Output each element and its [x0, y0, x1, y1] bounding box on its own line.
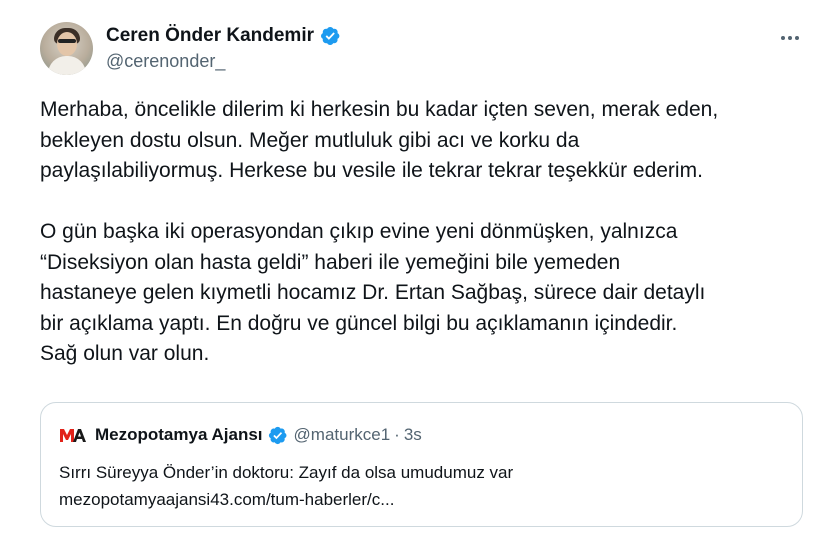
avatar-glasses: [58, 39, 76, 43]
verified-badge-icon: [268, 426, 287, 444]
quoted-author-name[interactable]: Mezopotamya Ajansı: [95, 425, 263, 445]
author-avatar[interactable]: [40, 22, 93, 75]
tweet-card: Ceren Önder Kandemir @cerenonder_ Merhab…: [0, 0, 840, 544]
more-dot: [795, 36, 799, 40]
verified-badge-icon: [321, 27, 340, 45]
more-horizontal-icon[interactable]: [778, 26, 802, 50]
tweet-line: Sağ olun var olun.: [40, 342, 210, 365]
author-handle[interactable]: @cerenonder_: [106, 51, 341, 72]
more-dot: [781, 36, 785, 40]
tweet-line: Merhaba, öncelikle dilerim ki herkesin b…: [40, 98, 719, 121]
tweet-text: Merhaba, öncelikle dilerim ki herkesin b…: [40, 95, 820, 370]
quoted-tweet-header: Mezopotamya Ajansı @maturkce1 · 3s: [59, 423, 422, 447]
tweet-paragraph-1: Merhaba, öncelikle dilerim ki herkesin b…: [40, 95, 820, 187]
tweet-line: “Diseksiyon olan hasta geldi” haberi ile…: [40, 250, 621, 274]
tweet-paragraph-2: O gün başka iki operasyondan çıkıp evine…: [40, 217, 820, 370]
mezopotamya-ajansi-logo: [60, 429, 86, 442]
quoted-tweet-link[interactable]: mezopotamyaajansi43.com/tum-haberler/c..…: [59, 486, 513, 513]
tweet-line: O gün başka iki operasyondan çıkıp evine…: [40, 220, 678, 243]
quoted-author-handle[interactable]: @maturkce1: [294, 425, 391, 445]
author-names: Ceren Önder Kandemir @cerenonder_: [106, 23, 341, 72]
avatar-body: [48, 56, 86, 75]
separator-dot: ·: [394, 425, 400, 444]
more-dot: [788, 36, 792, 40]
author-name-row: Ceren Önder Kandemir: [106, 23, 341, 49]
tweet-line: bir açıklama yaptı. En doğru ve güncel b…: [40, 311, 678, 335]
avatar-face: [57, 32, 77, 56]
tweet-line: hastaneye gelen kıymetli hocamız Dr. Ert…: [40, 281, 706, 304]
quoted-tweet-time[interactable]: 3s: [404, 425, 422, 445]
quoted-tweet-body: Sırrı Süreyya Önder’in doktoru: Zayıf da…: [59, 459, 513, 513]
author-display-name[interactable]: Ceren Önder Kandemir: [106, 25, 314, 47]
tweet-line: paylaşılabiliyormuş. Herkese bu vesile i…: [40, 159, 703, 182]
quoted-tweet-text: Sırrı Süreyya Önder’in doktoru: Zayıf da…: [59, 463, 514, 482]
tweet-header: Ceren Önder Kandemir @cerenonder_: [40, 20, 820, 78]
tweet-line: bekleyen dostu olsun. Meğer mutluluk gib…: [40, 128, 580, 152]
quoted-tweet[interactable]: Mezopotamya Ajansı @maturkce1 · 3s Sırrı…: [40, 402, 803, 527]
